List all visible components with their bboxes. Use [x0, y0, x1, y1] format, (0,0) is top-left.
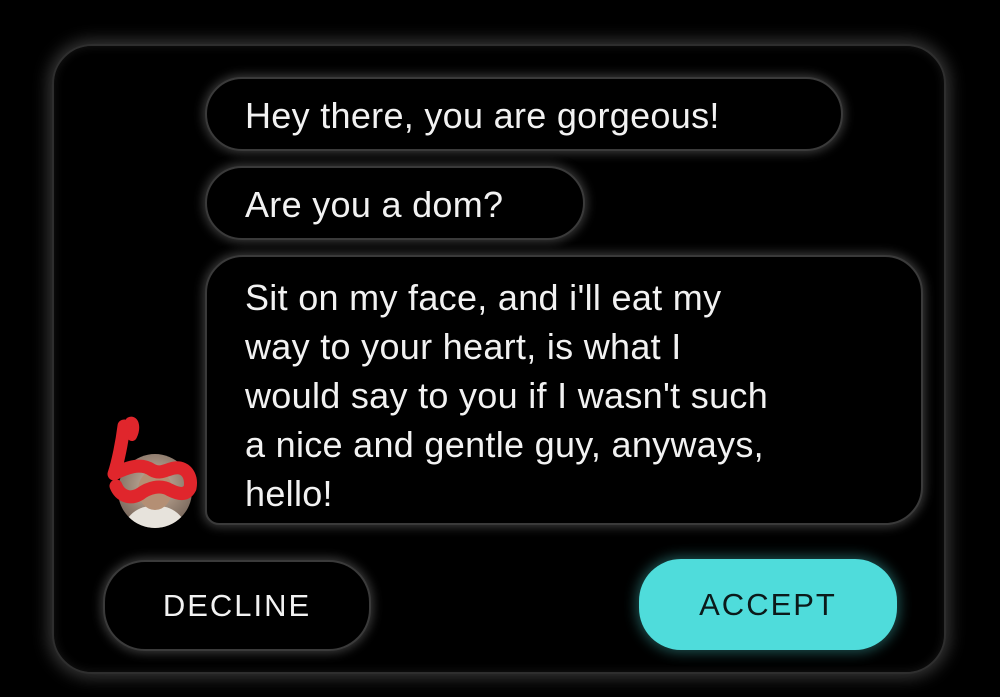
sender-avatar[interactable]: [118, 454, 192, 528]
message-bubble-2: Are you a dom?: [205, 166, 585, 240]
message-text-3-line-4: a nice and gentle guy, anyways,: [245, 424, 764, 465]
message-text-3-line-3: would say to you if I wasn't such: [245, 375, 769, 416]
message-bubble-3: Sit on my face, and i'll eat my way to y…: [205, 255, 923, 525]
decline-button[interactable]: DECLINE: [103, 560, 371, 651]
message-text-2: Are you a dom?: [245, 184, 504, 225]
avatar-face: [138, 470, 172, 510]
accept-button[interactable]: ACCEPT: [639, 559, 897, 650]
message-text-1: Hey there, you are gorgeous!: [245, 95, 720, 136]
message-text-3-line-5: hello!: [245, 473, 333, 514]
message-bubble-1: Hey there, you are gorgeous!: [205, 77, 843, 151]
accept-button-label: ACCEPT: [699, 586, 837, 622]
message-text-3-line-2: way to your heart, is what I: [245, 326, 682, 367]
message-text-3-line-1: Sit on my face, and i'll eat my: [245, 277, 722, 318]
decline-button-label: DECLINE: [162, 587, 312, 623]
